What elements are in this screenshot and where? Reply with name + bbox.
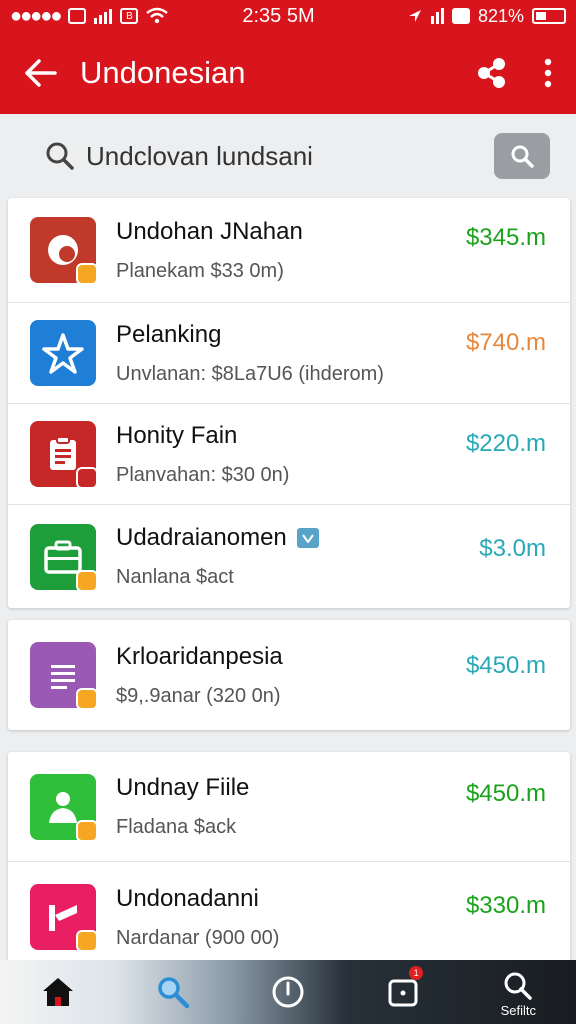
item-subtitle: $9,.9anar (320 0n) xyxy=(116,684,281,707)
nav-search-label: Sefiltc xyxy=(500,1003,537,1018)
search-icon xyxy=(158,977,190,1009)
item-price: $345.m xyxy=(465,224,546,251)
star-person-icon xyxy=(42,333,84,374)
more-options-button[interactable] xyxy=(520,32,576,114)
nav-search-tab[interactable]: Sefiltc xyxy=(478,960,558,1024)
back-button[interactable] xyxy=(0,32,80,114)
more-vert-icon xyxy=(544,58,552,88)
item-subtitle: Unvlanan: $8La7U6 (ihderom) xyxy=(116,362,384,385)
badge-icon xyxy=(76,930,98,952)
status-time: 2:35 5M xyxy=(242,4,315,27)
app-icon xyxy=(30,884,98,952)
item-title-text: Udadraianomen xyxy=(116,524,287,551)
badge-icon xyxy=(76,688,98,710)
item-price: $330.m xyxy=(465,892,546,919)
app-icon xyxy=(30,642,98,710)
notification-badge: 1 xyxy=(409,966,424,980)
list-item[interactable]: Krloaridanpesia $9,.9anar (320 0n) $450.… xyxy=(8,620,570,730)
app-bar: Undonesian xyxy=(0,32,576,114)
nav-explore[interactable] xyxy=(248,960,328,1024)
nav-search[interactable] xyxy=(133,960,213,1024)
signal-dots-icon: ●●●●● xyxy=(10,4,62,27)
badge-icon xyxy=(76,467,98,489)
person-icon xyxy=(49,791,77,823)
app-icon xyxy=(30,421,98,489)
notification-app-icon xyxy=(68,8,87,24)
results-card: Undohan JNahan Planekam $33 0m) $345.m P… xyxy=(8,198,570,608)
item-subtitle: Fladana $ack xyxy=(116,816,237,838)
app-icon xyxy=(30,320,96,386)
share-icon xyxy=(478,58,505,88)
search-input[interactable]: Undclovan lundsani xyxy=(86,141,494,172)
app-icon xyxy=(30,773,98,842)
search-bar: Undclovan lundsani xyxy=(0,114,576,198)
list-item[interactable]: Undonadanni Nardanar (900 00) $330.m xyxy=(8,862,570,972)
list-item[interactable]: Udadraianomen Nanlana $act $3.0m xyxy=(8,505,570,608)
item-price: $220.m xyxy=(465,430,546,457)
bottom-navigation: 1 Sefiltc xyxy=(0,960,576,1024)
nav-home[interactable] xyxy=(18,960,98,1024)
status-bar: ●●●●● B 2:35 5M 821% xyxy=(0,0,576,32)
share-button[interactable] xyxy=(464,32,520,114)
item-price: $3.0m xyxy=(479,535,546,562)
badge-icon xyxy=(76,819,98,842)
page-title: Undonesian xyxy=(80,55,246,90)
search-icon xyxy=(511,145,534,168)
results-card: Krloaridanpesia $9,.9anar (320 0n) $450.… xyxy=(8,620,570,730)
search-icon xyxy=(504,972,533,1000)
list-item[interactable]: Honity Fain Planvahan: $30 0n) $220.m xyxy=(8,404,570,505)
app-icon xyxy=(30,523,98,592)
badge-icon xyxy=(76,263,98,285)
compass-icon xyxy=(272,976,304,1008)
location-arrow-icon xyxy=(408,10,421,22)
item-subtitle: Planekam $33 0m) xyxy=(116,259,284,282)
list-item[interactable]: Undohan JNahan Planekam $33 0m) $345.m xyxy=(8,198,570,303)
nav-notifications[interactable]: 1 xyxy=(363,960,443,1024)
list-item[interactable]: Undnay Fiile Fladana $ack $450.m xyxy=(8,752,570,862)
item-subtitle: Planvahan: $30 0n) xyxy=(116,463,290,486)
item-subtitle: Nardanar (900 00) xyxy=(116,926,280,949)
search-button[interactable] xyxy=(494,133,550,179)
home-icon xyxy=(42,978,73,1006)
battery-percent: 821% xyxy=(477,5,524,26)
verified-icon xyxy=(296,528,319,548)
notification-icon xyxy=(388,979,418,1007)
badge-icon xyxy=(76,569,98,592)
item-price: $450.m xyxy=(465,652,546,679)
app-icon xyxy=(30,217,98,285)
app-box-icon: B xyxy=(120,8,139,24)
item-price: $740.m xyxy=(465,329,546,356)
cell-signal-icon xyxy=(430,8,444,24)
item-price: $450.m xyxy=(465,780,546,807)
nfc-icon xyxy=(451,8,470,24)
search-icon xyxy=(46,142,74,170)
item-subtitle: Nanlana $act xyxy=(116,566,234,588)
results-card: Undnay Fiile Fladana $ack $450.m Undonad… xyxy=(8,752,570,972)
arrow-left-icon xyxy=(25,59,57,87)
battery-icon xyxy=(532,8,566,24)
list-item[interactable]: Pelanking Unvlanan: $8La7U6 (ihderom) $7… xyxy=(8,303,570,404)
signal-bars-icon xyxy=(94,8,113,24)
